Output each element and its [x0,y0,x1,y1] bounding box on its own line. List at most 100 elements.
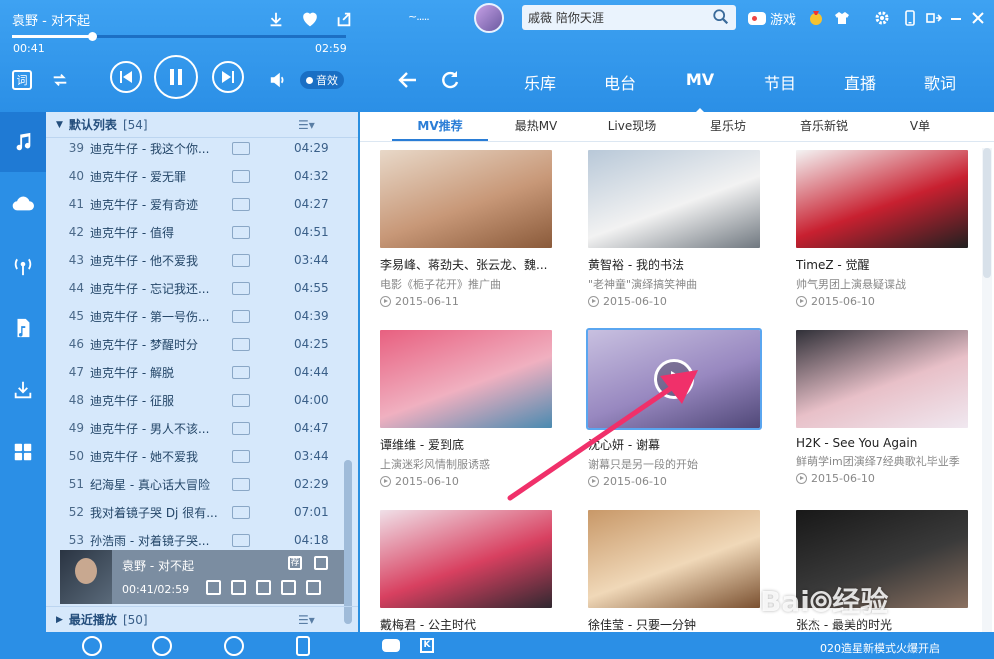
track-row[interactable]: 41 迪克牛仔 - 爱有奇迹 04:27 [46,190,346,218]
mv-film-icon[interactable] [232,141,250,155]
mv-film-icon[interactable] [232,533,250,547]
progress-knob[interactable] [88,32,98,41]
playlist-scrollbar[interactable] [344,460,352,624]
next-button[interactable] [212,61,244,93]
sidebar-item-radio[interactable] [0,236,46,296]
subtab-4[interactable]: 音乐新锐 [776,112,872,141]
minimize-icon[interactable] [948,10,964,26]
track-row[interactable]: 40 迪克牛仔 - 爱无罪 04:32 [46,162,346,190]
sidebar-item-local[interactable] [0,298,46,358]
track-row[interactable]: 47 迪克牛仔 - 解脱 04:44 [46,358,346,386]
row-mv-icon[interactable] [231,580,246,595]
previous-button[interactable] [110,61,142,93]
subtab-1[interactable]: 最热MV [488,112,584,141]
status-game-icon[interactable] [382,639,400,652]
row-add-icon[interactable] [281,580,296,595]
content-scrollbar[interactable] [982,148,992,632]
tab-nav-4[interactable]: 直播 [820,62,900,102]
track-row[interactable]: 50 迪克牛仔 - 她不爱我 03:44 [46,442,346,470]
mv-title[interactable]: 李易峰、蒋劲夫、张云龙、魏... [380,256,552,273]
track-row[interactable]: 43 迪克牛仔 - 他不爱我 03:44 [46,246,346,274]
progress-bar[interactable] [12,32,346,41]
volume-icon[interactable] [268,70,288,90]
tab-nav-3[interactable]: 节目 [740,62,820,102]
phone-transfer-icon[interactable] [296,636,310,656]
user-avatar[interactable] [474,3,504,33]
search-icon[interactable] [712,8,730,26]
mv-thumbnail[interactable] [796,330,968,428]
now-playing-row[interactable]: 袁野 - 对不起 00:41/02:59 荐 [60,550,344,604]
mv-film-icon[interactable] [232,449,250,463]
mv-film-icon[interactable] [232,253,250,267]
mobile-icon[interactable] [902,10,918,26]
close-icon[interactable] [970,10,986,26]
tab-nav-2[interactable]: MV [660,62,740,116]
sound-effect-button[interactable]: 音效 [300,71,344,89]
mv-card[interactable]: 戴梅君 - 公主时代 [380,510,552,632]
heart-icon[interactable] [300,9,320,29]
mv-title[interactable]: 沈心妍 - 谢幕 [588,436,760,453]
recommend-icon[interactable]: 荐 [288,556,302,570]
playlist-menu-icon[interactable]: ☰▾ [298,118,315,132]
row-share-icon[interactable] [306,580,321,595]
mini-mode-icon[interactable] [926,10,942,26]
play-overlay-icon[interactable] [654,359,694,399]
skin-shirt-icon[interactable] [834,10,850,26]
status-promo-text[interactable]: 020造星新模式火爆开启 [820,640,940,656]
content-scroll-thumb[interactable] [983,148,991,278]
shuffle-icon[interactable] [50,70,70,90]
mv-thumbnail[interactable] [380,150,552,248]
mv-card[interactable]: 黄智裕 - 我的书法 "老神童"演绎搞笑神曲 2015-06-10 [588,150,760,308]
game-link[interactable]: 游戏 [748,9,796,28]
playlist-scroll-thumb[interactable] [344,460,352,624]
mv-thumbnail[interactable] [796,150,968,248]
mv-title[interactable]: H2K - See You Again [796,436,968,450]
mv-thumbnail[interactable] [380,330,552,428]
mv-title[interactable]: TimeZ - 觉醒 [796,256,968,273]
mv-film-icon[interactable] [232,169,250,183]
row-download-icon[interactable] [206,580,221,595]
mv-film-icon[interactable] [232,309,250,323]
track-row[interactable]: 46 迪克牛仔 - 梦醒时分 04:25 [46,330,346,358]
track-row[interactable]: 45 迪克牛仔 - 第一号伤... 04:39 [46,302,346,330]
medal-icon[interactable] [808,10,824,26]
tab-nav-0[interactable]: 乐库 [500,62,580,102]
subtab-0[interactable]: MV推荐 [392,112,488,141]
mv-film-icon[interactable] [232,505,250,519]
mv-title[interactable]: 谭维维 - 爱到底 [380,436,552,453]
mv-title[interactable]: 黄智裕 - 我的书法 [588,256,760,273]
track-row[interactable]: 42 迪克牛仔 - 值得 04:51 [46,218,346,246]
mv-film-icon[interactable] [232,281,250,295]
sidebar-item-cloud[interactable] [0,174,46,234]
add-circle-icon[interactable] [82,636,102,656]
mv-title[interactable]: 戴梅君 - 公主时代 [380,616,552,632]
track-row[interactable]: 48 迪克牛仔 - 征服 04:00 [46,386,346,414]
mv-card[interactable]: 沈心妍 - 谢幕 谢幕只是另一段的开始 2015-06-10 [586,328,762,488]
download-icon[interactable] [266,9,286,29]
recent-menu-icon[interactable]: ☰▾ [298,613,315,627]
search-input[interactable] [522,5,736,30]
mv-thumbnail[interactable] [588,510,760,608]
gear-icon[interactable] [874,10,890,26]
locate-icon[interactable] [152,636,172,656]
mv-thumbnail[interactable] [588,150,760,248]
track-row[interactable]: 49 迪克牛仔 - 男人不该... 04:47 [46,414,346,442]
mv-film-icon[interactable] [232,393,250,407]
sidebar-item-apps[interactable] [0,422,46,482]
mv-film-icon[interactable] [232,337,250,351]
mv-thumbnail[interactable] [380,510,552,608]
track-row[interactable]: 44 迪克牛仔 - 忘记我还... 04:55 [46,274,346,302]
tab-nav-5[interactable]: 歌词 [900,62,980,102]
tab-nav-1[interactable]: 电台 [580,62,660,102]
mv-title[interactable]: 徐佳莹 - 只要一分钟 [588,616,760,632]
mv-film-icon[interactable] [232,197,250,211]
k-song-icon[interactable]: K [420,638,434,653]
subtab-5[interactable]: V单 [872,112,968,141]
mv-film-icon[interactable] [232,421,250,435]
delete-icon[interactable] [314,556,328,570]
mv-card[interactable]: 徐佳莹 - 只要一分钟 [588,510,760,632]
mv-card[interactable]: TimeZ - 觉醒 帅气男团上演悬疑谍战 2015-06-10 [796,150,968,308]
mv-card[interactable]: H2K - See You Again 鲜萌学im团演绎7经典歌礼毕业季 2015-… [796,330,968,485]
mv-film-icon[interactable] [232,477,250,491]
share-icon[interactable] [334,9,354,29]
